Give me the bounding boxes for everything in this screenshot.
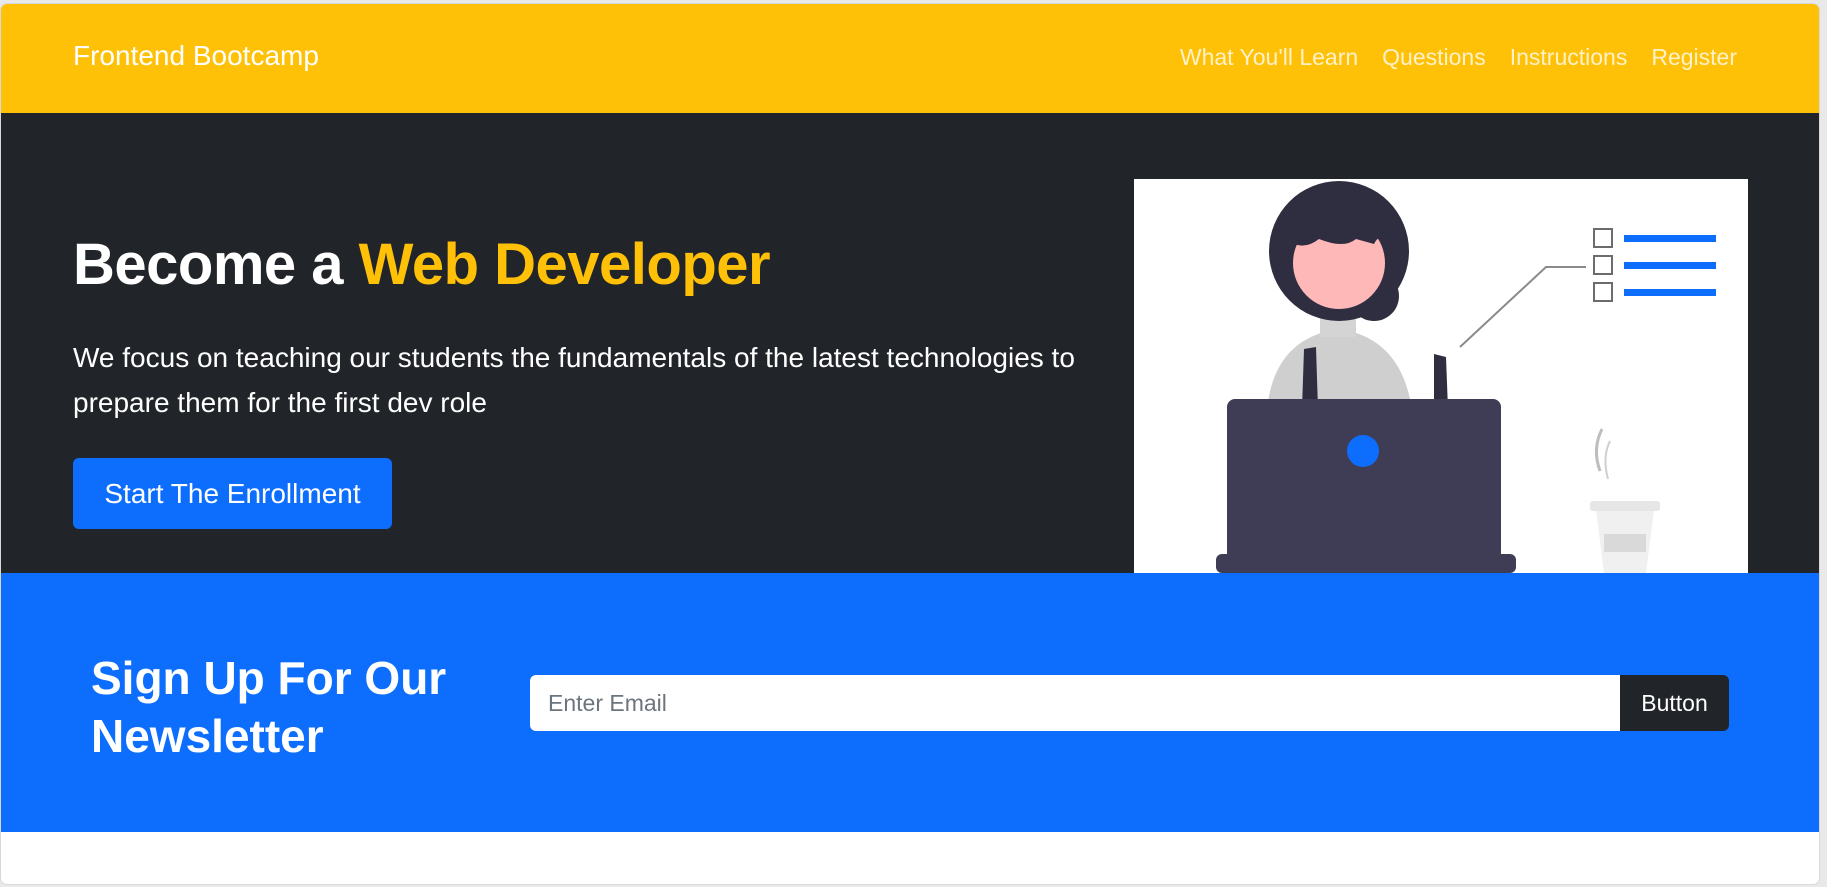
nav-link-instructions[interactable]: Instructions <box>1510 44 1628 71</box>
nav-links: What You'll Learn Questions Instructions… <box>1180 44 1737 71</box>
nav-link-what-youll-learn[interactable]: What You'll Learn <box>1180 44 1358 71</box>
email-input[interactable] <box>530 675 1620 731</box>
newsletter-section: Sign Up For Our Newsletter Button <box>1 573 1819 832</box>
browser-viewport: Frontend Bootcamp What You'll Learn Ques… <box>1 4 1819 884</box>
newsletter-input-group: Button <box>530 675 1729 731</box>
woman-figure <box>1266 181 1448 429</box>
navbar: Frontend Bootcamp What You'll Learn Ques… <box>1 4 1819 113</box>
hero-title: Become a Web Developer <box>73 231 771 298</box>
hero-title-prefix: Become a <box>73 232 359 297</box>
laptop-icon <box>1216 399 1516 573</box>
scrollbar-track[interactable] <box>1820 150 1826 850</box>
coffee-cup-icon <box>1590 428 1660 573</box>
newsletter-submit-button[interactable]: Button <box>1620 675 1729 731</box>
woman-at-laptop-illustration <box>1134 179 1748 573</box>
newsletter-title: Sign Up For Our Newsletter <box>91 652 447 762</box>
illustration-svg <box>1216 181 1716 573</box>
brand-link[interactable]: Frontend Bootcamp <box>73 40 319 72</box>
hero-title-accent: Web Developer <box>358 232 771 297</box>
nav-link-register[interactable]: Register <box>1651 44 1737 71</box>
nav-link-questions[interactable]: Questions <box>1382 44 1486 71</box>
hero-lead: We focus on teaching our students the fu… <box>73 342 1075 418</box>
start-enrollment-button[interactable]: Start The Enrollment <box>73 458 392 529</box>
hero-section: Become a Web Developer We focus on teach… <box>1 113 1819 573</box>
checklist-icon <box>1459 228 1716 348</box>
